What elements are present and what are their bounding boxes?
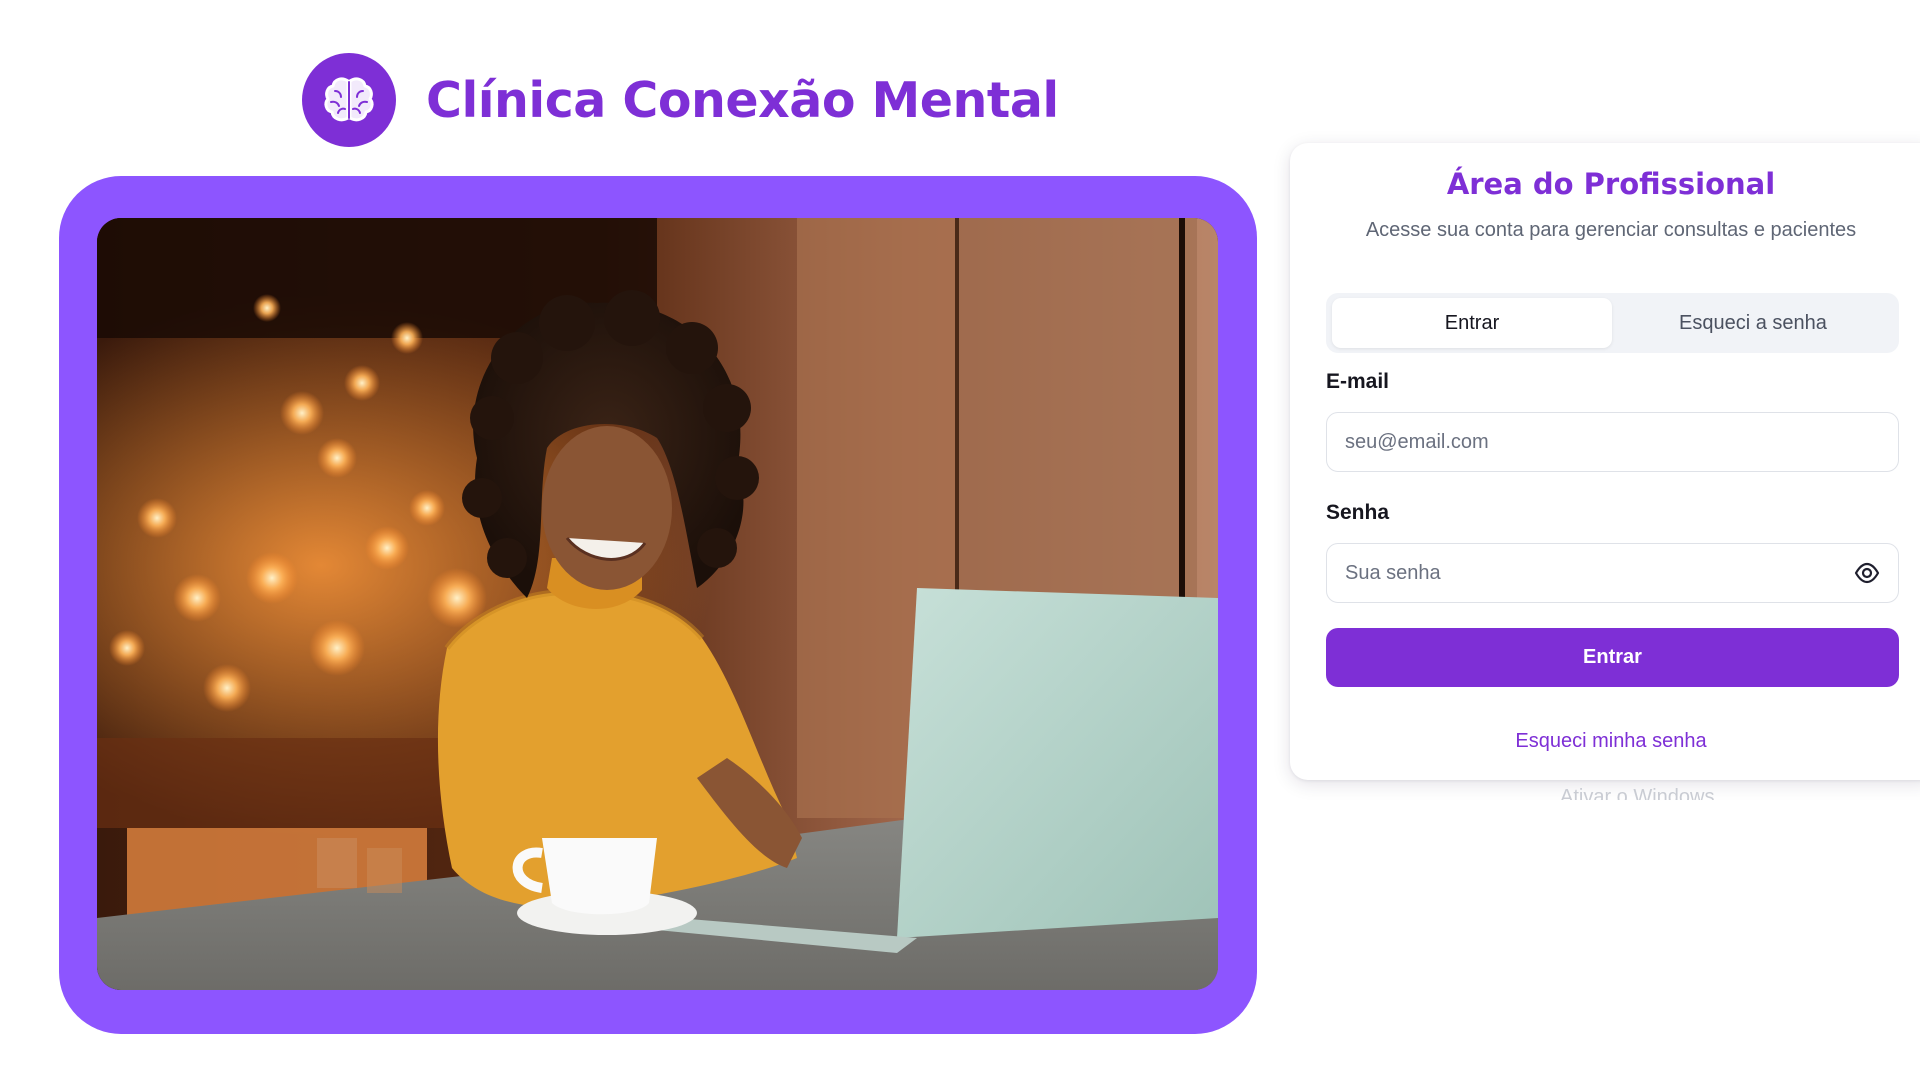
forgot-password-link[interactable]: Esqueci minha senha — [1290, 730, 1920, 753]
brain-icon — [302, 53, 396, 147]
tab-login[interactable]: Entrar — [1332, 298, 1612, 348]
login-card: Área do Profissional Acesse sua conta pa… — [1290, 143, 1920, 780]
email-label: E-mail — [1326, 370, 1390, 393]
email-field[interactable] — [1326, 412, 1899, 472]
password-field[interactable] — [1326, 543, 1899, 603]
clinic-name: Clínica Conexão Mental — [426, 71, 1059, 129]
windows-activation-watermark: Ativar o Windows — [1560, 786, 1715, 800]
eye-icon[interactable] — [1854, 560, 1880, 586]
brand-header: Clínica Conexão Mental — [302, 53, 1059, 147]
card-subtitle: Acesse sua conta para gerenciar consulta… — [1365, 219, 1857, 241]
login-tabs: Entrar Esqueci a senha — [1326, 293, 1899, 353]
hero-photo — [97, 218, 1218, 990]
login-button[interactable]: Entrar — [1326, 628, 1899, 687]
password-label: Senha — [1326, 501, 1390, 524]
card-title: Área do Profissional — [1446, 167, 1776, 201]
hero-frame — [59, 176, 1257, 1034]
tab-forgot-password[interactable]: Esqueci a senha — [1613, 298, 1893, 348]
